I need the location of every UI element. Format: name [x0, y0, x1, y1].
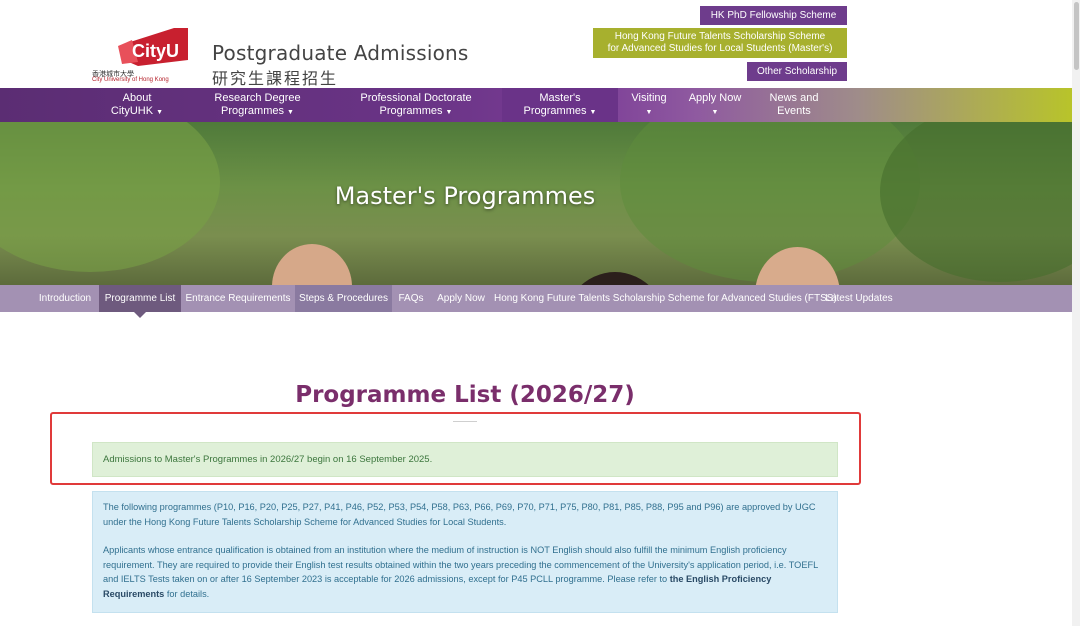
subnav-steps-procedures[interactable]: Steps & Procedures	[295, 285, 392, 312]
ftss-link-line1: Hong Kong Future Talents Scholarship Sch…	[614, 31, 826, 42]
nav-news-label2: Events	[777, 105, 811, 117]
site-header: CityU 香港城市大學 City University of Hong Kon…	[0, 0, 1072, 88]
nav-professional-label: Professional Doctorate	[360, 92, 472, 104]
english-requirement-outro: for details.	[164, 588, 210, 599]
caret-down-icon: ▼	[645, 109, 653, 116]
nav-news-events[interactable]: News and Events	[760, 88, 828, 122]
subnav-introduction[interactable]: Introduction	[34, 285, 96, 312]
subnav-faqs[interactable]: FAQs	[394, 285, 428, 312]
main-navigation: About CityUHK ▼ Research Degree Programm…	[0, 88, 1072, 122]
hero-title: Master's Programmes	[334, 182, 596, 210]
nav-research-label2: Programmes	[221, 105, 284, 117]
subnav-entrance-requirements[interactable]: Entrance Requirements	[182, 285, 294, 312]
ftss-scholarship-link[interactable]: Hong Kong Future Talents Scholarship Sch…	[593, 28, 847, 58]
active-tab-pointer	[134, 312, 146, 318]
nav-visiting-label: Visiting	[631, 92, 667, 104]
caret-down-icon: ▼	[711, 109, 719, 116]
nav-research-label: Research Degree	[214, 92, 301, 104]
nav-apply-label: Apply Now	[688, 92, 742, 104]
logo-english-name: City University of Hong Kong	[92, 77, 169, 83]
sub-navigation: Introduction Programme List Entrance Req…	[0, 285, 1072, 312]
ftss-link-line2: for Advanced Studies for Local Students …	[607, 43, 833, 54]
programme-info-box: The following programmes (P10, P16, P20,…	[92, 491, 838, 613]
nav-masters-label2: Programmes	[523, 105, 587, 117]
subnav-ftss[interactable]: Hong Kong Future Talents Scholarship Sch…	[494, 285, 837, 312]
other-scholarship-link[interactable]: Other Scholarship	[747, 62, 847, 81]
phd-fellowship-link[interactable]: HK PhD Fellowship Scheme	[700, 6, 847, 25]
nav-masters-label: Master's	[539, 92, 581, 104]
subnav-programme-list[interactable]: Programme List	[99, 285, 181, 312]
caret-down-icon: ▼	[589, 109, 597, 116]
nav-apply-now[interactable]: Apply Now ▼	[682, 88, 748, 122]
scrollbar-thumb[interactable]	[1074, 2, 1079, 70]
subnav-apply-now[interactable]: Apply Now	[432, 285, 490, 312]
nav-research-degree[interactable]: Research Degree Programmes ▼	[200, 88, 315, 122]
site-title-chinese[interactable]: 研究生課程招生	[212, 65, 338, 89]
page-scrollbar[interactable]	[1072, 0, 1080, 626]
caret-down-icon: ▼	[287, 109, 294, 116]
nav-professional-doctorate[interactable]: Professional Doctorate Programmes ▼	[345, 88, 487, 122]
nav-professional-label2: Programmes	[379, 105, 443, 117]
highlight-annotation-box	[50, 412, 861, 485]
subnav-latest-updates[interactable]: Latest Updates	[822, 285, 896, 312]
nav-news-label: News and	[769, 92, 819, 104]
caret-down-icon: ▼	[445, 109, 453, 116]
english-requirement-text: Applicants whose entrance qualification …	[103, 543, 827, 601]
nav-about-label: About	[122, 92, 152, 104]
nav-about-label2: CityUHK	[110, 105, 154, 117]
site-title[interactable]: Postgraduate Admissions	[212, 41, 469, 65]
hero-banner: Master's Programmes	[0, 122, 1072, 285]
nav-visiting[interactable]: Visiting ▼	[622, 88, 676, 122]
ugc-approved-programmes-text: The following programmes (P10, P16, P20,…	[103, 502, 816, 527]
svg-text:CityU: CityU	[132, 41, 179, 61]
nav-about-cityuhk[interactable]: About CityUHK ▼	[92, 88, 182, 122]
page-heading: Programme List (2026/27)	[295, 382, 635, 408]
nav-masters-programmes[interactable]: Master's Programmes ▼	[502, 88, 618, 122]
caret-down-icon: ▼	[156, 109, 164, 116]
